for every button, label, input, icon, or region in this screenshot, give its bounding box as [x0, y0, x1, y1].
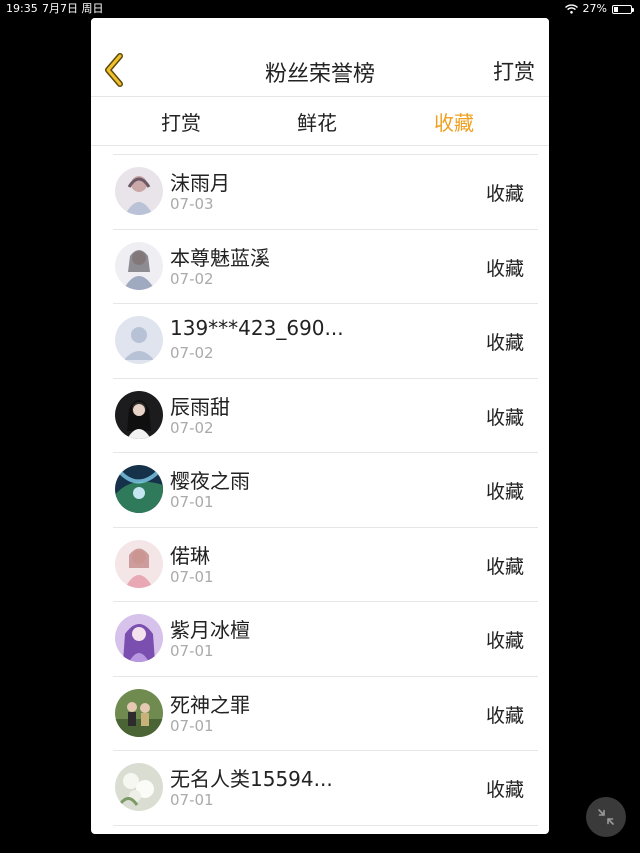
status-bar: 19:35 7月7日 周日 27% — [0, 0, 640, 18]
fan-date: 07-02 — [170, 418, 214, 437]
page-title: 粉丝荣誉榜 — [264, 62, 375, 87]
tab-favorites[interactable]: 收藏 — [434, 107, 474, 136]
status-right-group: 27% — [564, 0, 634, 18]
header-bar: 粉丝荣誉榜 打赏 — [91, 18, 549, 97]
battery-icon — [612, 4, 634, 14]
favorite-label[interactable]: 收藏 — [486, 403, 524, 430]
tab-bar: 打赏 鲜花 收藏 — [91, 97, 549, 146]
fan-date: 07-01 — [170, 791, 214, 809]
list-item[interactable]: 樱夜之雨 07-01 收藏 — [91, 453, 549, 528]
fan-name: 无名人类15594... — [170, 767, 333, 791]
fan-date: 07-03 — [170, 195, 214, 213]
collapse-arrows-icon — [598, 809, 614, 825]
battery-percent: 27% — [582, 2, 607, 15]
tab-reward[interactable]: 打赏 — [161, 107, 201, 136]
fan-date: 07-01 — [170, 493, 214, 511]
favorite-label[interactable]: 收藏 — [486, 626, 524, 653]
collapse-button[interactable] — [586, 797, 626, 837]
list-item[interactable]: 沫雨月 07-03 收藏 — [91, 155, 549, 230]
favorite-label[interactable]: 收藏 — [486, 254, 524, 281]
fan-date: 07-01 — [170, 716, 214, 735]
wifi-icon — [564, 4, 578, 14]
avatar — [115, 688, 163, 737]
fan-name: 139***423_690... — [170, 316, 344, 340]
fan-name: 死神之罪 — [170, 692, 250, 717]
fan-name: 辰雨甜 — [170, 394, 230, 419]
list-item[interactable]: 139***423_690... 07-02 收藏 — [91, 304, 549, 379]
avatar — [115, 539, 163, 588]
favorite-label[interactable]: 收藏 — [486, 179, 524, 206]
tab-flowers[interactable]: 鲜花 — [297, 107, 337, 136]
fan-date: 07-02 — [170, 269, 214, 288]
favorite-label[interactable]: 收藏 — [486, 552, 524, 579]
fan-list: 沫雨月 07-03 收藏 本尊魅蓝溪 07-02 收藏 139***423_69… — [91, 155, 549, 826]
fan-name: 沫雨月 — [170, 171, 230, 195]
avatar — [115, 614, 163, 662]
fan-name: 樱夜之雨 — [170, 469, 250, 493]
reward-button[interactable]: 打赏 — [493, 56, 535, 86]
default-avatar-icon — [115, 316, 163, 364]
fan-honor-panel: 粉丝荣誉榜 打赏 打赏 鲜花 收藏 沫雨月 07-03 收藏 本尊魅蓝溪 07-… — [91, 18, 549, 834]
fan-date: 07-01 — [170, 642, 214, 660]
avatar — [115, 390, 163, 439]
list-item[interactable]: 本尊魅蓝溪 07-02 收藏 — [91, 230, 549, 305]
fan-name: 紫月冰檀 — [170, 618, 250, 642]
list-item[interactable]: 无名人类15594... 07-01 收藏 — [91, 751, 549, 826]
favorite-label[interactable]: 收藏 — [486, 701, 524, 728]
favorite-label[interactable]: 收藏 — [486, 775, 524, 802]
status-date: 7月7日 周日 — [42, 2, 104, 15]
avatar — [115, 167, 163, 215]
list-item[interactable]: 辰雨甜 07-02 收藏 — [91, 379, 549, 454]
favorite-label[interactable]: 收藏 — [486, 477, 524, 504]
avatar — [115, 465, 163, 513]
fan-date: 07-02 — [170, 344, 214, 362]
fan-name: 本尊魅蓝溪 — [170, 245, 270, 270]
avatar — [115, 763, 163, 811]
fan-name: 偌琳 — [170, 543, 210, 568]
avatar — [115, 241, 163, 290]
favorite-label[interactable]: 收藏 — [486, 328, 524, 355]
list-item[interactable]: 紫月冰檀 07-01 收藏 — [91, 602, 549, 677]
status-time: 19:35 — [6, 2, 38, 15]
fan-date: 07-01 — [170, 567, 214, 586]
battery-level-fill — [614, 6, 619, 12]
list-item[interactable]: 偌琳 07-01 收藏 — [91, 528, 549, 603]
list-item[interactable]: 死神之罪 07-01 收藏 — [91, 677, 549, 752]
